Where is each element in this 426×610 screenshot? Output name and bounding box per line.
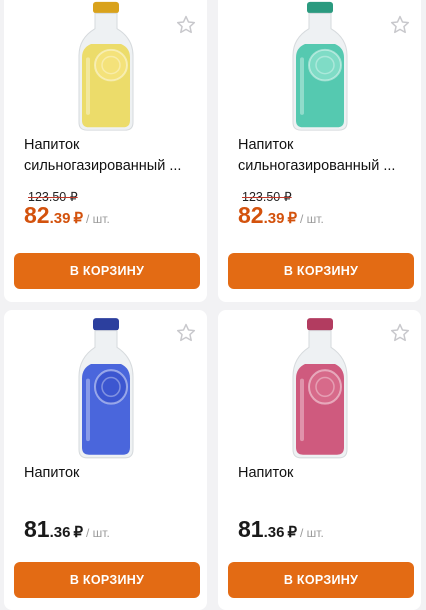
product-card[interactable]: Напиток сильногазированный ... 123.50 ₽ … (218, 0, 421, 302)
product-name[interactable]: Напиток сильногазированный ... (238, 135, 411, 177)
current-price: 81.36 ₽ / шт. (24, 516, 110, 542)
bottle-illustration (292, 318, 347, 459)
favorite-star-icon[interactable] (389, 14, 411, 36)
current-price: 82.39 ₽ / шт. (238, 202, 324, 228)
product-name[interactable]: Напиток сильногазированный ... (24, 135, 197, 177)
product-card[interactable]: Напиток сильногазированный ... 123.50 ₽ … (4, 0, 207, 302)
product-image[interactable] (285, 316, 355, 462)
product-card[interactable]: Напиток 81.36 ₽ / шт. В КОРЗИНУ (4, 310, 207, 610)
favorite-star-icon[interactable] (175, 322, 197, 344)
bottle-illustration (78, 1, 133, 131)
product-card[interactable]: Напиток 81.36 ₽ / шт. В КОРЗИНУ (218, 310, 421, 610)
bottle-illustration (292, 1, 347, 131)
current-price: 81.36 ₽ / шт. (238, 516, 324, 542)
product-image[interactable] (71, 0, 141, 134)
add-to-cart-button[interactable]: В КОРЗИНУ (228, 253, 414, 289)
add-to-cart-button[interactable]: В КОРЗИНУ (14, 562, 200, 598)
add-to-cart-button[interactable]: В КОРЗИНУ (14, 253, 200, 289)
product-image[interactable] (71, 316, 141, 462)
favorite-star-icon[interactable] (389, 322, 411, 344)
add-to-cart-button[interactable]: В КОРЗИНУ (228, 562, 414, 598)
product-name[interactable]: Напиток (238, 463, 411, 484)
current-price: 82.39 ₽ / шт. (24, 202, 110, 228)
bottle-illustration (78, 318, 133, 459)
favorite-star-icon[interactable] (175, 14, 197, 36)
product-image[interactable] (285, 0, 355, 134)
product-name[interactable]: Напиток (24, 463, 197, 484)
